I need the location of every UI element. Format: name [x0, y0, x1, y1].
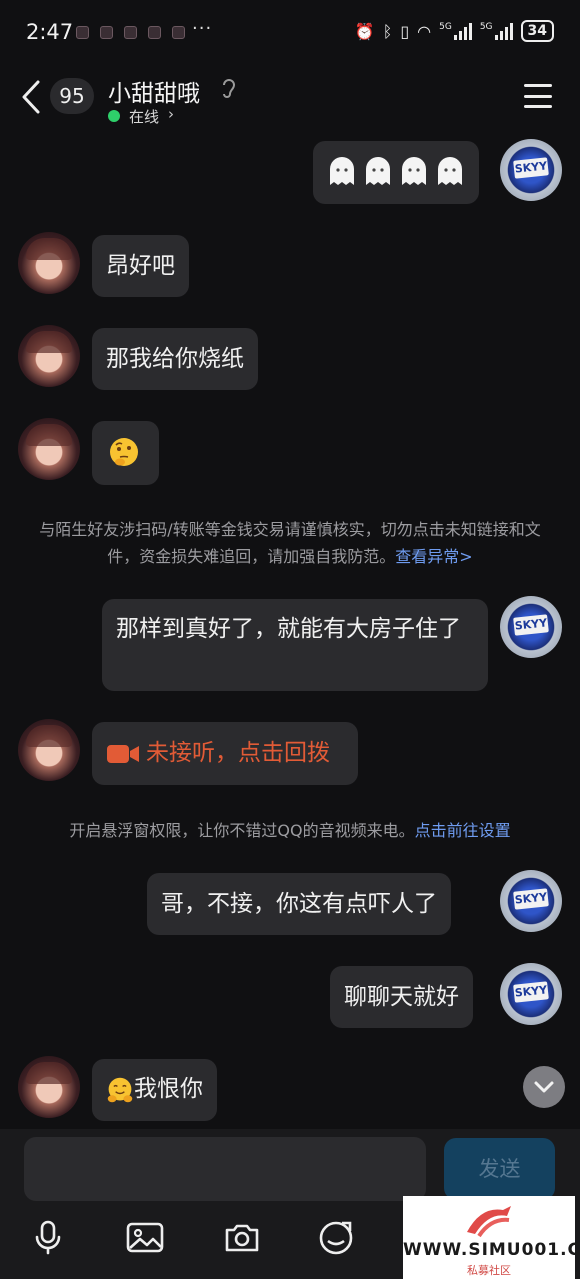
message-bubble-incoming[interactable]: 我恨你: [92, 1059, 217, 1121]
more-notifications: ···: [192, 18, 213, 39]
app-notification-icon: [172, 26, 185, 39]
status-bar: 2:47 ··· ⏰ ᛒ ▯ ◠ 5G 5G 34: [0, 0, 580, 66]
go-to-settings-link[interactable]: 点击前往设置: [415, 821, 511, 840]
my-avatar[interactable]: SKYY: [500, 963, 562, 1025]
contact-avatar[interactable]: [18, 325, 80, 387]
vibrate-icon: ▯: [400, 21, 410, 41]
watermark-logo: [467, 1206, 511, 1238]
security-notice: 与陌生好友涉扫码/转账等金钱交易请谨慎核实，切勿点击未知链接和文件，资金损失难追…: [39, 520, 541, 566]
contact-avatar[interactable]: [18, 1056, 80, 1118]
missed-call-text: 未接听，点击回拨: [146, 740, 330, 766]
alarm-icon: ⏰: [354, 21, 375, 41]
microphone-icon: [35, 1220, 61, 1255]
message-bubble-incoming[interactable]: 那我给你烧纸: [92, 328, 258, 390]
sticker-icon: [319, 1221, 353, 1255]
camera-button[interactable]: [222, 1217, 262, 1257]
hugging-face-icon: [107, 1077, 133, 1102]
ghost-icon: [438, 157, 462, 185]
my-avatar[interactable]: SKYY: [500, 870, 562, 932]
my-avatar[interactable]: SKYY: [500, 596, 562, 658]
signal-icon: 5G: [480, 22, 513, 40]
send-button[interactable]: 发送: [444, 1138, 555, 1200]
thinking-face-icon: [110, 438, 138, 466]
app-notification-icon: [148, 26, 161, 39]
my-avatar[interactable]: SKYY: [500, 139, 562, 201]
wifi-icon: ◠: [417, 21, 432, 41]
contact-avatar[interactable]: [18, 719, 80, 781]
message-input[interactable]: [24, 1137, 426, 1201]
watermark-url: WWW.SIMU001.CN: [403, 1240, 580, 1260]
voice-button[interactable]: [28, 1217, 68, 1257]
watermark-subtitle: 私募社区: [467, 1264, 511, 1277]
site-watermark: WWW.SIMU001.CN 私募社区: [403, 1196, 580, 1279]
ghost-icon: [330, 157, 354, 185]
gallery-button[interactable]: [125, 1217, 165, 1257]
app-notification-icon: [124, 26, 137, 39]
video-call-icon: [107, 744, 139, 763]
unread-count-badge[interactable]: 95: [50, 78, 94, 114]
message-bubble-outgoing[interactable]: [313, 141, 479, 204]
sticker-button[interactable]: [316, 1217, 356, 1257]
back-button[interactable]: [18, 78, 44, 116]
chevron-left-icon: [22, 80, 40, 114]
signal-icon: 5G: [439, 22, 472, 40]
message-bubble-outgoing[interactable]: 哥，不接，你这有点吓人了: [147, 873, 451, 935]
message-bubble-incoming[interactable]: 昂好吧: [92, 235, 189, 297]
chevron-right-icon: ›: [168, 105, 174, 123]
ghost-icon: [402, 157, 426, 185]
message-bubble-outgoing[interactable]: 那样到真好了，就能有大房子住了: [102, 599, 488, 691]
ear-icon: [223, 79, 236, 98]
online-status-dot: [108, 110, 120, 122]
camera-icon: [225, 1224, 259, 1252]
bluetooth-icon: ᛒ: [382, 21, 393, 41]
message-bubble-outgoing[interactable]: 聊聊天就好: [330, 966, 473, 1028]
message-text: 我恨你: [134, 1076, 203, 1102]
status-time: 2:47: [26, 20, 74, 44]
chevron-down-icon: [534, 1081, 554, 1093]
contact-avatar[interactable]: [18, 418, 80, 480]
battery-indicator: 34: [520, 20, 554, 42]
view-exception-link[interactable]: 查看异常>: [395, 547, 472, 566]
contact-avatar[interactable]: [18, 232, 80, 294]
message-bubble-incoming[interactable]: [92, 421, 159, 485]
permission-notice: 开启悬浮窗权限，让你不错过QQ的音视频来电。点击前往设置: [69, 821, 511, 840]
app-notification-icon: [76, 26, 89, 39]
ghost-icon: [366, 157, 390, 185]
image-icon: [126, 1222, 164, 1253]
scroll-to-bottom-button[interactable]: [523, 1066, 565, 1108]
missed-call-bubble[interactable]: 未接听，点击回拨: [92, 722, 358, 785]
menu-button[interactable]: [524, 84, 552, 108]
chat-header: 95 小甜甜哦 在线 ›: [0, 66, 580, 130]
presence-text[interactable]: 在线: [129, 106, 159, 127]
app-notification-icon: [100, 26, 113, 39]
chat-title[interactable]: 小甜甜哦: [108, 74, 200, 108]
status-icons: ⏰ ᛒ ▯ ◠ 5G 5G 34: [355, 20, 554, 42]
